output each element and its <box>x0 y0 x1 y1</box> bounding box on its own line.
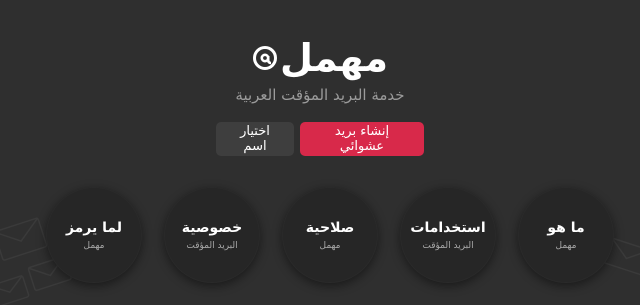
circle-subtitle: مهمل <box>555 240 577 251</box>
circle-title: ما هو <box>547 219 585 236</box>
circle-subtitle: البريد المؤقت <box>422 240 474 251</box>
random-email-button[interactable]: إنشاء بريد عشوائي <box>300 122 424 156</box>
circle-subtitle: البريد المؤقت <box>186 240 238 251</box>
circle-what-is[interactable]: ما هو مهمل <box>518 187 614 283</box>
circle-uses[interactable]: استخدامات البريد المؤقت <box>400 187 496 283</box>
circle-title: استخدامات <box>410 219 486 236</box>
choose-name-button[interactable]: اختيار اسم <box>216 122 294 156</box>
actions: اختيار اسم إنشاء بريد عشوائي <box>0 122 640 156</box>
circle-privacy[interactable]: خصوصية البريد المؤقت <box>164 187 260 283</box>
logo-text: مهمل <box>279 36 388 80</box>
hero: مهمل خدمة البريد المؤقت العربية اختيار ا… <box>0 36 640 156</box>
circle-title: لما يرمز <box>65 219 123 236</box>
tagline: خدمة البريد المؤقت العربية <box>235 86 405 104</box>
logo[interactable]: مهمل <box>252 36 388 80</box>
circle-title: خصوصية <box>181 219 243 236</box>
at-sign-icon <box>252 46 277 70</box>
circle-subtitle: مهمل <box>319 240 341 251</box>
circle-validity[interactable]: صلاحية مهمل <box>282 187 378 283</box>
info-circles: لما يرمز مهمل خصوصية البريد المؤقت صلاحي… <box>0 187 640 297</box>
circle-title: صلاحية <box>305 219 355 236</box>
circle-meaning[interactable]: لما يرمز مهمل <box>46 187 142 283</box>
circle-subtitle: مهمل <box>83 240 105 251</box>
